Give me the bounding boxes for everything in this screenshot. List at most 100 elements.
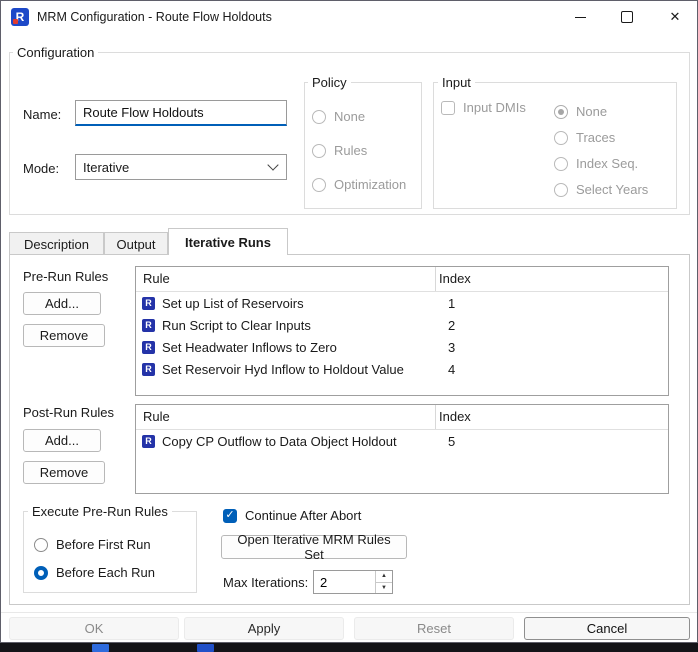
rule-name: Run Script to Clear Inputs <box>162 318 311 333</box>
pre-run-rules-label: Pre-Run Rules <box>23 269 108 284</box>
rule-name: Copy CP Outflow to Data Object Holdout <box>162 434 397 449</box>
input-group-label: Input <box>438 75 475 90</box>
apply-button[interactable]: Apply <box>184 617 344 640</box>
close-button[interactable] <box>652 1 698 33</box>
policy-group-label: Policy <box>308 75 351 90</box>
post-run-rules-table: Rule Index Copy CP Outflow to Data Objec… <box>135 404 669 494</box>
rule-index: 2 <box>448 318 455 333</box>
column-header-index: Index <box>439 409 471 424</box>
pre-run-rules-table: Rule Index Set up List of Reservoirs 1 R… <box>135 266 669 396</box>
checkbox-checked-icon <box>223 509 237 523</box>
screen: MRM Configuration - Route Flow Holdouts … <box>0 0 698 652</box>
post-run-remove-button[interactable]: Remove <box>23 461 105 484</box>
policy-radio-optimization-label: Optimization <box>334 177 406 192</box>
post-run-rules-label: Post-Run Rules <box>23 405 114 420</box>
radio-icon <box>554 157 568 171</box>
tab-iterative-runs-label: Iterative Runs <box>185 235 271 250</box>
table-row[interactable]: Copy CP Outflow to Data Object Holdout 5 <box>136 430 668 452</box>
post-run-table-header: Rule Index <box>136 405 668 430</box>
rule-name: Set up List of Reservoirs <box>162 296 304 311</box>
spin-down-button[interactable] <box>376 582 392 594</box>
before-each-run-radio[interactable]: Before Each Run <box>34 565 155 580</box>
radio-icon <box>312 144 326 158</box>
minimize-button[interactable] <box>557 1 603 33</box>
column-header-rule: Rule <box>143 409 170 424</box>
window-title: MRM Configuration - Route Flow Holdouts <box>37 10 272 24</box>
radio-icon <box>312 110 326 124</box>
tab-description[interactable]: Description <box>9 232 104 255</box>
mrm-configuration-dialog: MRM Configuration - Route Flow Holdouts … <box>0 0 698 643</box>
max-iterations-input[interactable] <box>314 571 375 593</box>
mode-label: Mode: <box>23 161 59 176</box>
pre-run-table-header: Rule Index <box>136 267 668 292</box>
rule-index: 5 <box>448 434 455 449</box>
titlebar: MRM Configuration - Route Flow Holdouts <box>1 1 697 33</box>
ok-button[interactable]: OK <box>9 617 179 640</box>
radio-icon <box>554 105 568 119</box>
taskbar-app-icon[interactable] <box>197 644 214 652</box>
pre-run-add-button[interactable]: Add... <box>23 292 101 315</box>
tab-output-label: Output <box>116 237 155 252</box>
rule-icon <box>142 319 155 332</box>
policy-radio-rules-label: Rules <box>334 143 367 158</box>
reset-button[interactable]: Reset <box>354 617 514 640</box>
before-each-run-label: Before Each Run <box>56 565 155 580</box>
tab-output[interactable]: Output <box>104 232 168 255</box>
radio-icon <box>312 178 326 192</box>
open-iterative-mrm-rules-set-button[interactable]: Open Iterative MRM Rules Set <box>221 535 407 559</box>
mode-select[interactable]: Iterative <box>75 154 287 180</box>
rule-icon <box>142 363 155 376</box>
footer-divider <box>1 612 697 613</box>
taskbar-app-icon[interactable] <box>92 644 109 652</box>
column-header-rule: Rule <box>143 271 170 286</box>
rule-icon <box>142 341 155 354</box>
radio-icon <box>554 183 568 197</box>
before-first-run-radio[interactable]: Before First Run <box>34 537 151 552</box>
input-radio-index-seq: Index Seq. <box>554 156 638 171</box>
policy-radio-rules: Rules <box>312 143 367 158</box>
cancel-button[interactable]: Cancel <box>524 617 690 640</box>
execute-pre-run-group: Before First Run Before Each Run <box>23 511 197 593</box>
table-row[interactable]: Set up List of Reservoirs 1 <box>136 292 668 314</box>
column-header-index: Index <box>439 271 471 286</box>
radio-icon <box>34 566 48 580</box>
input-dmis-label: Input DMIs <box>463 100 526 115</box>
max-iterations-spinner[interactable] <box>313 570 393 594</box>
tab-iterative-runs[interactable]: Iterative Runs <box>168 228 288 255</box>
execute-pre-run-group-label: Execute Pre-Run Rules <box>28 504 172 519</box>
rule-name: Set Reservoir Hyd Inflow to Holdout Valu… <box>162 362 404 377</box>
taskbar-strip <box>0 643 698 652</box>
policy-radio-none: None <box>312 109 365 124</box>
policy-radio-optimization: Optimization <box>312 177 406 192</box>
name-label: Name: <box>23 107 61 122</box>
table-row[interactable]: Set Reservoir Hyd Inflow to Holdout Valu… <box>136 358 668 380</box>
rule-index: 3 <box>448 340 455 355</box>
post-run-add-button[interactable]: Add... <box>23 429 101 452</box>
rule-icon <box>142 435 155 448</box>
tab-description-label: Description <box>24 237 89 252</box>
input-radio-traces: Traces <box>554 130 615 145</box>
close-icon <box>670 9 681 25</box>
input-radio-index-seq-label: Index Seq. <box>576 156 638 171</box>
max-iterations-label: Max Iterations: <box>223 575 308 590</box>
input-radio-none-label: None <box>576 104 607 119</box>
rule-name: Set Headwater Inflows to Zero <box>162 340 337 355</box>
name-input[interactable] <box>75 100 287 126</box>
spin-up-button[interactable] <box>376 571 392 582</box>
rule-icon <box>142 297 155 310</box>
rule-index: 4 <box>448 362 455 377</box>
before-first-run-label: Before First Run <box>56 537 151 552</box>
continue-after-abort-label: Continue After Abort <box>245 508 361 523</box>
continue-after-abort-checkbox[interactable]: Continue After Abort <box>223 508 361 523</box>
pre-run-remove-button[interactable]: Remove <box>23 324 105 347</box>
maximize-button[interactable] <box>604 1 650 33</box>
radio-icon <box>34 538 48 552</box>
input-radio-select-years-label: Select Years <box>576 182 648 197</box>
app-icon <box>11 8 29 26</box>
table-row[interactable]: Run Script to Clear Inputs 2 <box>136 314 668 336</box>
input-radio-traces-label: Traces <box>576 130 615 145</box>
radio-icon <box>554 131 568 145</box>
rule-index: 1 <box>448 296 455 311</box>
table-row[interactable]: Set Headwater Inflows to Zero 3 <box>136 336 668 358</box>
mode-select-value: Iterative <box>83 160 129 175</box>
